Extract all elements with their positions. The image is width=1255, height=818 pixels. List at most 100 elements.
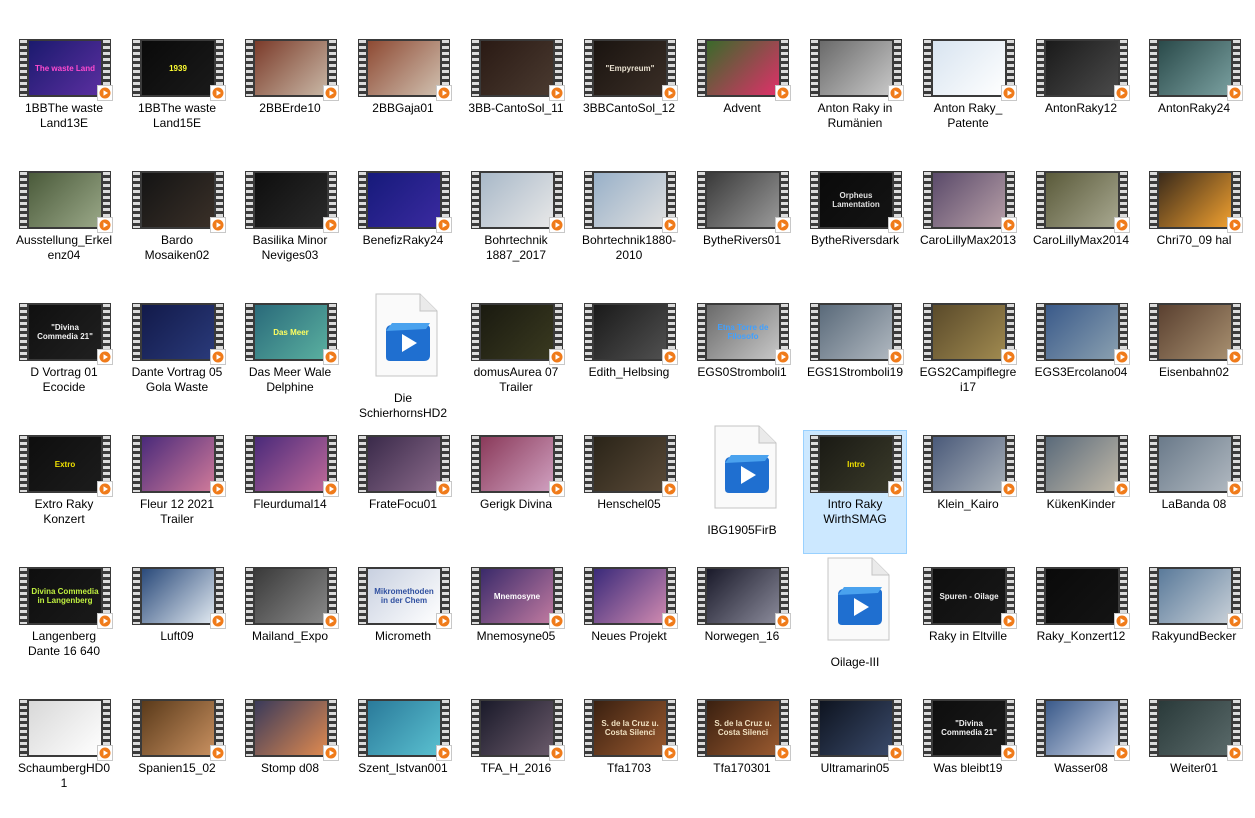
thumbnail-caption: "Divina Commedia 21": [941, 719, 997, 737]
file-item-video[interactable]: Fleurdumal14: [238, 430, 342, 554]
file-item-video[interactable]: Neues Projekt: [577, 562, 681, 686]
video-thumbnail: [471, 303, 565, 365]
file-item-video[interactable]: AntonRaky12: [1029, 34, 1133, 158]
file-item-video[interactable]: Bohrtechnik1880-2010: [577, 166, 681, 290]
file-item-document[interactable]: Oilage-III: [803, 557, 907, 686]
file-item-video[interactable]: Wasser08: [1029, 694, 1133, 818]
thumbnail-image: 1939: [142, 41, 214, 95]
file-item-video[interactable]: EGS1Stromboli19: [803, 298, 907, 422]
thumbnail-image: "Empyreum": [594, 41, 666, 95]
thumbnail-image: [368, 173, 440, 227]
file-item-document[interactable]: IBG1905FirB: [690, 425, 794, 554]
file-item-video[interactable]: Eisenbahn02: [1142, 298, 1246, 422]
file-item-video[interactable]: Intro Intro Raky WirthSMAG: [803, 430, 907, 554]
file-item-video[interactable]: Chri70_09 hal: [1142, 166, 1246, 290]
file-item-video[interactable]: Mnemosyne Mnemosyne05: [464, 562, 568, 686]
thumbnail-image: [1159, 701, 1231, 755]
file-item-video[interactable]: The waste Land 1BBThe waste Land13E: [12, 34, 116, 158]
file-item-video[interactable]: S. de la Cruz u. Costa Silenci Tfa170301: [690, 694, 794, 818]
file-item-video[interactable]: Ultramarin05: [803, 694, 907, 818]
play-overlay-icon: [662, 481, 678, 497]
file-item-document[interactable]: Die SchierhornsHD2: [351, 293, 455, 422]
video-thumbnail: [1149, 303, 1243, 365]
file-item-video[interactable]: Gerigk Divina: [464, 430, 568, 554]
file-item-video[interactable]: TFA_H_2016: [464, 694, 568, 818]
file-item-video[interactable]: RakyundBecker: [1142, 562, 1246, 686]
file-item-video[interactable]: S. de la Cruz u. Costa Silenci Tfa1703: [577, 694, 681, 818]
file-item-video[interactable]: "Divina Commedia 21" D Vortrag 01 Ecocide: [12, 298, 116, 422]
file-item-video[interactable]: Mailand_Expo: [238, 562, 342, 686]
file-item-video[interactable]: Das Meer Das Meer Wale Delphine: [238, 298, 342, 422]
video-thumbnail: [19, 699, 113, 761]
thumbnail-image: "Divina Commedia 21": [933, 701, 1005, 755]
file-item-video[interactable]: Spuren - Oilage Raky in Eltville: [916, 562, 1020, 686]
file-item-video[interactable]: Edith_Helbsing: [577, 298, 681, 422]
file-item-video[interactable]: BytheRivers01: [690, 166, 794, 290]
file-name-label: IBG1905FirB: [707, 523, 777, 537]
file-item-video[interactable]: Szent_Istvan001: [351, 694, 455, 818]
file-item-video[interactable]: Extro Extro Raky Konzert: [12, 430, 116, 554]
play-overlay-icon: [1114, 613, 1130, 629]
thumbnail-image: [142, 569, 214, 623]
file-item-video[interactable]: Klein_Kairo: [916, 430, 1020, 554]
thumbnail-image: [481, 41, 553, 95]
file-name-label: BenefizRaky24: [362, 233, 444, 247]
play-overlay-icon: [1001, 613, 1017, 629]
file-item-video[interactable]: 2BBGaja01: [351, 34, 455, 158]
file-item-video[interactable]: Advent: [690, 34, 794, 158]
play-overlay-icon: [97, 217, 113, 233]
file-item-video[interactable]: Fleur 12 2021 Trailer: [125, 430, 229, 554]
file-item-video[interactable]: Bardo Mosaiken02: [125, 166, 229, 290]
file-item-video[interactable]: Weiter01: [1142, 694, 1246, 818]
file-item-video[interactable]: Norwegen_16: [690, 562, 794, 686]
file-item-video[interactable]: CaroLillyMax2013: [916, 166, 1020, 290]
file-name-label: Anton Raky in Rumänien: [817, 101, 893, 130]
file-item-video[interactable]: Ausstellung_Erkelenz04: [12, 166, 116, 290]
thumbnail-image: [481, 701, 553, 755]
play-overlay-icon: [775, 349, 791, 365]
file-item-video[interactable]: Spanien15_02: [125, 694, 229, 818]
file-item-video[interactable]: Anton Raky in Rumänien: [803, 34, 907, 158]
file-item-video[interactable]: Orpheus Lamentation BytheRiversdark: [803, 166, 907, 290]
file-item-video[interactable]: "Empyreum" 3BBCantoSol_12: [577, 34, 681, 158]
thumbnail-image: [594, 569, 666, 623]
play-overlay-icon: [1114, 217, 1130, 233]
file-item-video[interactable]: Anton Raky_ Patente: [916, 34, 1020, 158]
file-item-video[interactable]: Mikromethoden in der Chem Micrometh: [351, 562, 455, 686]
thumbnail-caption: S. de la Cruz u. Costa Silenci: [601, 719, 659, 737]
file-item-video[interactable]: Bohrtechnik 1887_2017: [464, 166, 568, 290]
video-thumbnail: [358, 435, 452, 497]
file-item-video[interactable]: EGS2Campiflegrei17: [916, 298, 1020, 422]
file-item-video[interactable]: Dante Vortrag 05 Gola Waste: [125, 298, 229, 422]
file-item-video[interactable]: 1939 1BBThe waste Land15E: [125, 34, 229, 158]
thumbnail-image: [142, 173, 214, 227]
file-item-video[interactable]: BenefizRaky24: [351, 166, 455, 290]
file-item-video[interactable]: "Divina Commedia 21" Was bleibt19: [916, 694, 1020, 818]
file-item-video[interactable]: LaBanda 08: [1142, 430, 1246, 554]
file-item-video[interactable]: Raky_Konzert12: [1029, 562, 1133, 686]
file-item-video[interactable]: CaroLillyMax2014: [1029, 166, 1133, 290]
file-item-video[interactable]: Luft09: [125, 562, 229, 686]
play-overlay-icon: [210, 613, 226, 629]
video-thumbnail: [1149, 435, 1243, 497]
file-item-video[interactable]: EGS3Ercolano04: [1029, 298, 1133, 422]
file-name-label: Tfa1703: [606, 761, 652, 775]
video-thumbnail: [1036, 303, 1130, 365]
file-item-video[interactable]: FrateFocu01: [351, 430, 455, 554]
file-item-video[interactable]: domusAurea 07 Trailer: [464, 298, 568, 422]
thumbnail-caption: Intro: [847, 459, 865, 469]
thumbnail-image: [1159, 173, 1231, 227]
file-item-video[interactable]: Henschel05: [577, 430, 681, 554]
file-item-video[interactable]: Divina Commedia in Langenberg Langenberg …: [12, 562, 116, 686]
file-name-label: Advent: [723, 101, 761, 115]
play-overlay-icon: [1227, 481, 1243, 497]
file-item-video[interactable]: SchaumbergHD01: [12, 694, 116, 818]
file-item-video[interactable]: AntonRaky24: [1142, 34, 1246, 158]
file-item-video[interactable]: 3BB-CantoSol_11: [464, 34, 568, 158]
file-item-video[interactable]: Stomp d08: [238, 694, 342, 818]
thumbnail-image: [933, 305, 1005, 359]
file-item-video[interactable]: Basilika Minor Neviges03: [238, 166, 342, 290]
file-item-video[interactable]: Etna Torre de Filosofo EGS0Stromboli1: [690, 298, 794, 422]
file-item-video[interactable]: KükenKinder: [1029, 430, 1133, 554]
file-item-video[interactable]: 2BBErde10: [238, 34, 342, 158]
